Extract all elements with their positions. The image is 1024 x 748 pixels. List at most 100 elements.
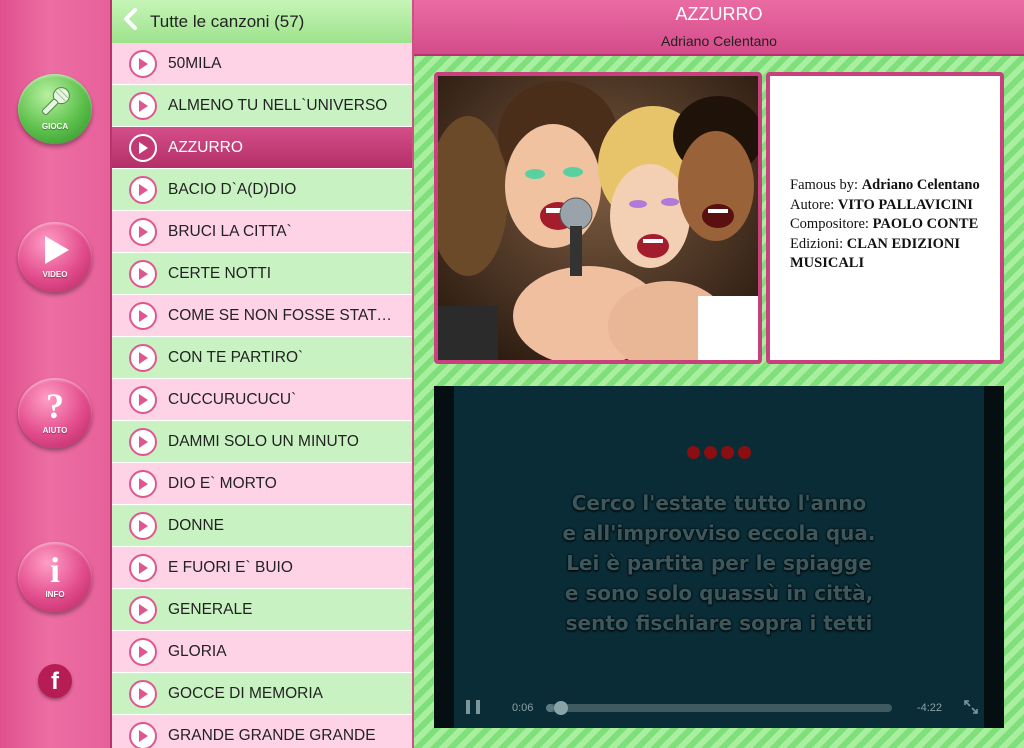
chevron-left-icon (121, 7, 141, 36)
help-button[interactable]: ? AIUTO (18, 378, 92, 448)
play-circle-icon[interactable] (129, 595, 157, 624)
time-elapsed: 0:06 (512, 702, 534, 714)
song-row[interactable]: 50MILA (112, 43, 412, 85)
song-name: GOCCE DI MEMORIA (168, 684, 324, 702)
song-row[interactable]: GENERALE (112, 589, 412, 631)
play-circle-icon[interactable] (129, 217, 157, 246)
info-icon: i (49, 550, 60, 590)
video-controls: 0:06 -4:22 (454, 688, 984, 728)
song-row[interactable]: COME SE NON FOSSE STATO MAI AMORE (112, 295, 412, 337)
play-circle-icon[interactable] (129, 385, 157, 414)
song-info-card: Famous by: Adriano Celentano Autore: VIT… (766, 72, 1004, 364)
play-circle-icon[interactable] (129, 91, 157, 120)
play-circle-icon[interactable] (129, 679, 157, 708)
play-circle-icon[interactable] (129, 175, 157, 204)
info-label: INFO (45, 590, 65, 599)
lyric-line: Cerco l'estate tutto l'anno (571, 491, 867, 515)
famous-by-value: Adriano Celentano (861, 177, 980, 193)
song-name: DAMMI SOLO UN MINUTO (168, 432, 359, 450)
list-title: Tutte le canzoni (57) (150, 11, 305, 31)
song-row[interactable]: GRANDE GRANDE GRANDE (112, 715, 412, 748)
fullscreen-icon[interactable] (964, 699, 978, 717)
karaoke-video-player[interactable]: Cerco l'estate tutto l'anno e all'improvv… (434, 386, 1004, 728)
video-label: VIDEO (42, 270, 68, 279)
lyric-line: e all'improvviso eccola qua. (562, 521, 876, 545)
play-circle-icon[interactable] (129, 49, 157, 78)
countdown-dots (454, 446, 984, 464)
info-button[interactable]: i INFO (18, 542, 92, 612)
song-row[interactable]: CERTE NOTTI (112, 253, 412, 295)
lyric-line: sento fischiare sopra i tetti (565, 611, 873, 635)
author-label: Autore: (790, 196, 835, 213)
main-panel: AZZURRO Adriano Celentano Famous by: Adr… (414, 0, 1024, 748)
song-row[interactable]: DONNE (112, 505, 412, 547)
aiuto-label: AIUTO (42, 426, 68, 435)
play-circle-icon[interactable] (129, 133, 157, 162)
time-remaining: -4:22 (916, 702, 942, 714)
play-icon (18, 230, 92, 270)
song-row[interactable]: ALMENO TU NELL`UNIVERSO (112, 85, 412, 127)
play-circle-icon[interactable] (129, 637, 157, 666)
song-name: BRUCI LA CITTA` (168, 222, 292, 240)
song-header: AZZURRO Adriano Celentano (414, 0, 1024, 56)
countdown-dot (704, 446, 717, 459)
famous-by-label: Famous by: (790, 177, 859, 193)
song-name: GENERALE (168, 600, 253, 618)
song-row[interactable]: DIO E` MORTO (112, 463, 412, 505)
song-name: CON TE PARTIRO` (168, 348, 304, 366)
lyric-line: Lei è partita per le spiagge (566, 551, 872, 575)
song-row[interactable]: AZZURRO (112, 127, 412, 169)
song-name: DONNE (168, 516, 224, 534)
editions-label: Edizioni: (790, 235, 844, 252)
progress-slider[interactable] (546, 701, 892, 715)
play-circle-icon[interactable] (129, 469, 157, 498)
video-button[interactable]: VIDEO (18, 222, 92, 292)
countdown-dot (738, 446, 751, 459)
song-row[interactable]: GOCCE DI MEMORIA (112, 673, 412, 715)
song-name: BACIO D`A(D)DIO (168, 180, 297, 198)
song-name: DIO E` MORTO (168, 474, 277, 492)
song-row[interactable]: BACIO D`A(D)DIO (112, 169, 412, 211)
song-name: COME SE NON FOSSE STATO MAI AMORE (168, 306, 396, 324)
play-game-button[interactable]: GIOCA (18, 74, 92, 144)
play-circle-icon[interactable] (129, 427, 157, 456)
composer-label: Compositore: (790, 216, 869, 232)
countdown-dot (687, 446, 700, 459)
lyrics-display: Cerco l'estate tutto l'anno e all'improvv… (454, 488, 984, 638)
lyric-line: e sono solo quassù in città, (564, 581, 874, 605)
play-circle-icon[interactable] (129, 511, 157, 540)
progress-knob[interactable] (554, 701, 569, 715)
back-button[interactable] (112, 0, 150, 43)
song-name: CUCCURUCUCU` (168, 390, 297, 408)
author-value: VITO PALLAVICINI (837, 196, 973, 213)
song-list-panel: Tutte le canzoni (57) 50MILA ALMENO TU NE… (112, 0, 414, 748)
song-title: AZZURRO (675, 4, 763, 24)
song-artist: Adriano Celentano (661, 33, 777, 49)
song-name: E FUORI E` BUIO (168, 558, 293, 576)
list-header: Tutte le canzoni (57) (112, 0, 412, 44)
play-circle-icon[interactable] (129, 301, 157, 330)
song-name: GLORIA (168, 642, 227, 660)
countdown-dot (721, 446, 734, 459)
play-circle-icon[interactable] (129, 721, 157, 748)
song-row[interactable]: E FUORI E` BUIO (112, 547, 412, 589)
progress-fill (546, 704, 555, 712)
microphone-icon (18, 82, 92, 122)
song-name: GRANDE GRANDE GRANDE (168, 726, 376, 744)
left-sidebar: GIOCA VIDEO ? AIUTO i INFO f (0, 0, 112, 748)
song-row[interactable]: CUCCURUCUCU` (112, 379, 412, 421)
play-circle-icon[interactable] (129, 343, 157, 372)
play-circle-icon[interactable] (129, 259, 157, 288)
question-icon: ? (46, 386, 64, 426)
facebook-icon[interactable]: f (38, 664, 72, 698)
pause-button[interactable] (466, 700, 480, 716)
song-row[interactable]: GLORIA (112, 631, 412, 673)
song-name: CERTE NOTTI (168, 264, 272, 282)
play-circle-icon[interactable] (129, 553, 157, 582)
gioca-label: GIOCA (41, 122, 69, 131)
song-row[interactable]: CON TE PARTIRO` (112, 337, 412, 379)
karaoke-photo (434, 72, 762, 364)
song-row[interactable]: DAMMI SOLO UN MINUTO (112, 421, 412, 463)
song-row[interactable]: BRUCI LA CITTA` (112, 211, 412, 253)
song-name: AZZURRO (168, 138, 243, 156)
